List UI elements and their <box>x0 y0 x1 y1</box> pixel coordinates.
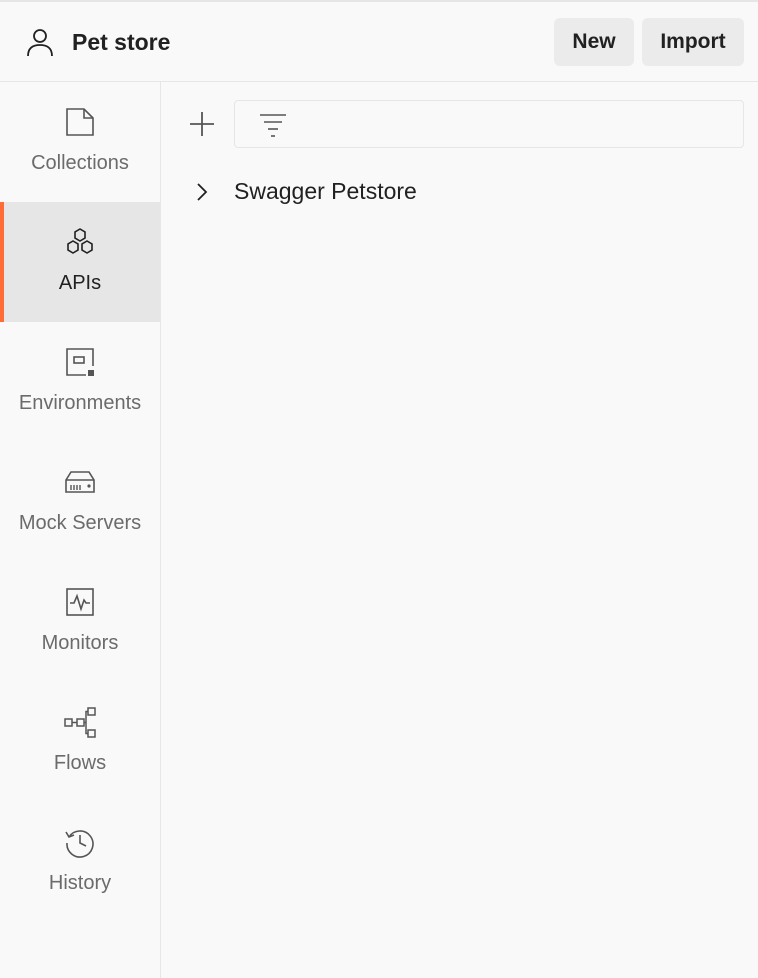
api-name: Swagger Petstore <box>234 178 417 204</box>
search-filter-box[interactable] <box>234 100 744 148</box>
new-button[interactable]: New <box>554 18 634 66</box>
app-window: Pet store New Import Collections APIs En… <box>0 0 758 978</box>
monitors-icon <box>66 588 94 616</box>
flows-icon <box>64 707 96 738</box>
collections-icon <box>66 108 94 136</box>
plus-icon[interactable] <box>186 108 218 140</box>
mock-servers-icon <box>65 471 95 493</box>
chevron-right-icon[interactable] <box>190 180 214 204</box>
sidebar-item-history[interactable]: History <box>0 802 160 922</box>
sidebar-item-environments[interactable]: Environments <box>0 322 160 442</box>
sidebar-item-collections[interactable]: Collections <box>0 82 160 202</box>
sidebar-item-label: Monitors <box>41 632 119 654</box>
sidebar-item-label: Collections <box>31 152 129 174</box>
workspace-name: Pet store <box>72 28 171 55</box>
user-icon <box>27 29 53 57</box>
sidebar: Collections APIs Environments Mock Serve… <box>0 82 161 978</box>
apis-icon <box>67 228 93 254</box>
main-panel: Swagger Petstore <box>162 82 758 978</box>
sidebar-item-monitors[interactable]: Monitors <box>0 562 160 682</box>
environments-icon <box>66 348 94 376</box>
sidebar-item-label: Environments <box>18 392 142 414</box>
history-icon <box>65 830 94 858</box>
import-button[interactable]: Import <box>642 18 744 66</box>
sidebar-item-apis[interactable]: APIs <box>0 202 160 322</box>
filter-icon[interactable] <box>257 111 289 139</box>
header: Pet store New Import <box>0 2 758 82</box>
workspace-switcher[interactable]: Pet store <box>24 24 170 60</box>
sidebar-item-mock-servers[interactable]: Mock Servers <box>0 442 160 562</box>
sidebar-item-label: Flows <box>53 752 107 774</box>
sidebar-item-label: History <box>48 872 112 894</box>
list-item[interactable]: Swagger Petstore <box>182 172 752 212</box>
sidebar-item-label: Mock Servers <box>18 512 142 534</box>
sidebar-item-flows[interactable]: Flows <box>0 682 160 802</box>
sidebar-item-label: APIs <box>58 272 102 294</box>
search-input[interactable] <box>299 109 729 139</box>
